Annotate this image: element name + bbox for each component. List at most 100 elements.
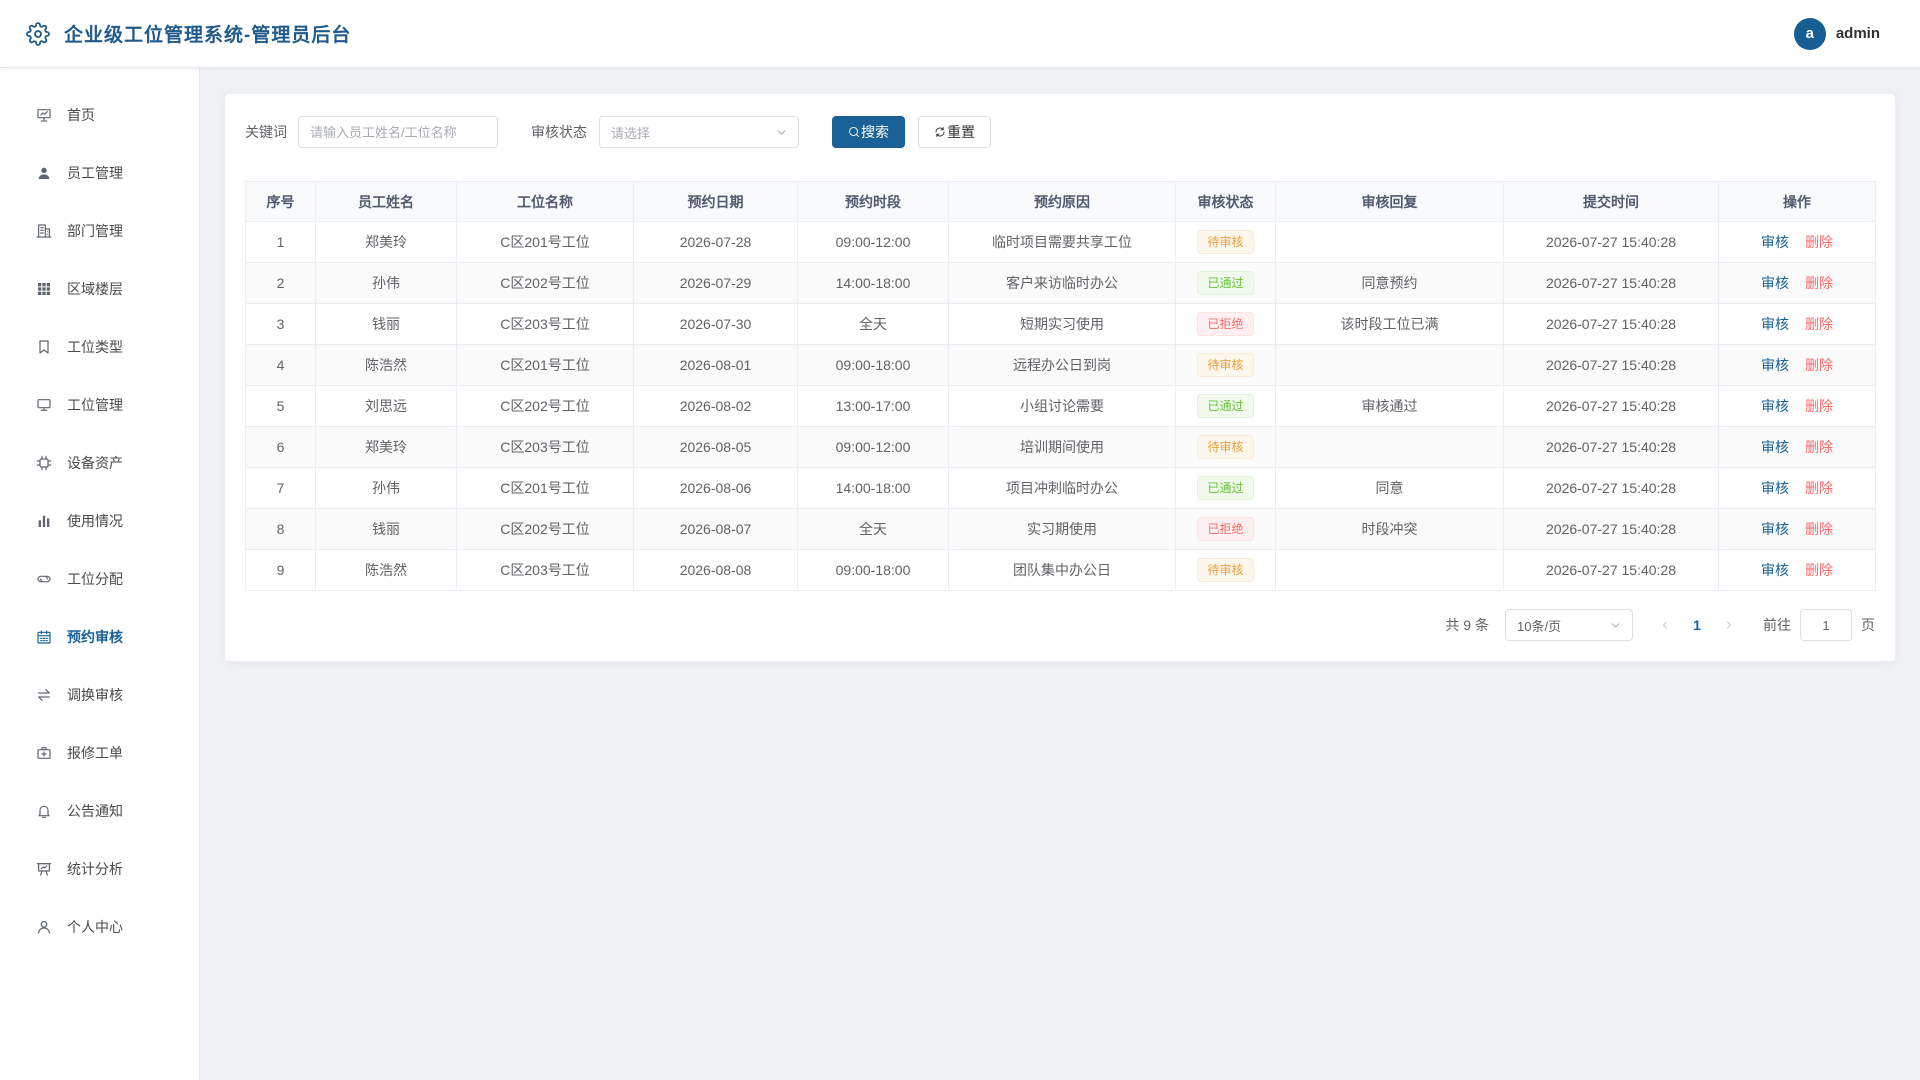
cell-booking-reason: 客户来访临时办公 — [948, 262, 1176, 304]
cell-actions: 审核 删除 — [1718, 303, 1876, 345]
delete-link[interactable]: 删除 — [1805, 398, 1833, 414]
dashboard-icon — [36, 107, 52, 123]
sidebar-item-label: 首页 — [67, 107, 95, 123]
column-header-actions: 操作 — [1718, 181, 1876, 222]
top-header: 企业级工位管理系统-管理员后台 a admin — [0, 0, 1920, 68]
cell-employee-name: 陈浩然 — [315, 344, 457, 386]
goto-label: 前往 — [1763, 617, 1791, 633]
sidebar-item-repair-orders[interactable]: 报修工单 — [0, 724, 199, 782]
status-tag: 待审核 — [1197, 558, 1254, 582]
sidebar-item-home[interactable]: 首页 — [0, 86, 199, 144]
sidebar-item-department-management[interactable]: 部门管理 — [0, 202, 199, 260]
review-link[interactable]: 审核 — [1761, 398, 1789, 414]
calendar-icon — [36, 629, 52, 645]
review-link[interactable]: 审核 — [1761, 521, 1789, 537]
keyword-input[interactable] — [298, 116, 498, 148]
delete-link[interactable]: 删除 — [1805, 562, 1833, 578]
cell-index: 3 — [245, 303, 316, 345]
sidebar-item-label: 工位管理 — [67, 397, 123, 413]
sidebar-item-profile[interactable]: 个人中心 — [0, 898, 199, 956]
next-page-button[interactable] — [1713, 609, 1745, 641]
review-link[interactable]: 审核 — [1761, 439, 1789, 455]
column-header-booking-date: 预约日期 — [633, 181, 798, 222]
review-link[interactable]: 审核 — [1761, 234, 1789, 250]
review-link[interactable]: 审核 — [1761, 316, 1789, 332]
reset-button[interactable]: 重置 — [918, 116, 991, 148]
review-link[interactable]: 审核 — [1761, 562, 1789, 578]
setting-icon — [26, 21, 50, 46]
cell-workstation-name: C区201号工位 — [456, 221, 634, 263]
status-label: 审核状态 — [531, 124, 587, 140]
cell-review-status: 待审核 — [1175, 221, 1276, 263]
collection-tag-icon — [36, 339, 52, 355]
booking-table: 序号 员工姓名 工位名称 预约日期 预约时段 预约原因 审核状态 审核回复 提交… — [245, 181, 1876, 591]
table-body: 1 郑美玲 C区201号工位 2026-07-28 09:00-12:00 临时项目需要共… — [245, 221, 1876, 591]
cell-review-status: 已通过 — [1175, 467, 1276, 509]
sidebar-item-workstation-type[interactable]: 工位类型 — [0, 318, 199, 376]
cell-review-reply — [1275, 549, 1504, 591]
cell-time-slot: 全天 — [797, 303, 949, 345]
delete-link[interactable]: 删除 — [1805, 439, 1833, 455]
sidebar-item-label: 使用情况 — [67, 513, 123, 529]
cell-review-reply: 同意预约 — [1275, 262, 1504, 304]
cell-actions: 审核 删除 — [1718, 467, 1876, 509]
review-link[interactable]: 审核 — [1761, 357, 1789, 373]
goto-page-input[interactable] — [1800, 609, 1852, 641]
sidebar-item-label: 个人中心 — [67, 919, 123, 935]
status-select[interactable]: 请选择 — [599, 116, 799, 148]
sidebar-item-workstation-management[interactable]: 工位管理 — [0, 376, 199, 434]
cell-booking-reason: 短期实习使用 — [948, 303, 1176, 345]
delete-link[interactable]: 删除 — [1805, 357, 1833, 373]
delete-link[interactable]: 删除 — [1805, 275, 1833, 291]
cell-review-reply — [1275, 221, 1504, 263]
column-header-employee-name: 员工姓名 — [315, 181, 457, 222]
arrow-left-icon — [1659, 619, 1671, 631]
sidebar-item-statistics[interactable]: 统计分析 — [0, 840, 199, 898]
cell-index: 6 — [245, 426, 316, 468]
sidebar-item-equipment-assets[interactable]: 设备资产 — [0, 434, 199, 492]
delete-link[interactable]: 删除 — [1805, 480, 1833, 496]
delete-link[interactable]: 删除 — [1805, 316, 1833, 332]
sidebar-item-label: 公告通知 — [67, 803, 123, 819]
cpu-icon — [36, 455, 52, 471]
cell-index: 1 — [245, 221, 316, 263]
cell-employee-name: 孙伟 — [315, 467, 457, 509]
table-header-row: 序号 员工姓名 工位名称 预约日期 预约时段 预约原因 审核状态 审核回复 提交… — [245, 181, 1876, 222]
cell-time-slot: 09:00-12:00 — [797, 426, 949, 468]
cell-review-status: 已拒绝 — [1175, 303, 1276, 345]
sidebar-item-label: 区域楼层 — [67, 281, 123, 297]
page-size-select[interactable]: 10条/页 — [1505, 609, 1633, 641]
sidebar-item-label: 部门管理 — [67, 223, 123, 239]
delete-link[interactable]: 删除 — [1805, 234, 1833, 250]
sidebar-item-announcements[interactable]: 公告通知 — [0, 782, 199, 840]
sidebar-item-area-floor[interactable]: 区域楼层 — [0, 260, 199, 318]
sidebar-item-booking-review[interactable]: 预约审核 — [0, 608, 199, 666]
delete-link[interactable]: 删除 — [1805, 521, 1833, 537]
prev-page-button[interactable] — [1649, 609, 1681, 641]
column-header-review-status: 审核状态 — [1175, 181, 1276, 222]
cell-time-slot: 09:00-12:00 — [797, 221, 949, 263]
sidebar-item-workstation-allocation[interactable]: 工位分配 — [0, 550, 199, 608]
cell-booking-reason: 实习期使用 — [948, 508, 1176, 550]
user-menu[interactable]: a admin — [1793, 17, 1880, 50]
avatar[interactable]: a — [1793, 17, 1826, 50]
column-header-review-reply: 审核回复 — [1275, 181, 1504, 222]
review-link[interactable]: 审核 — [1761, 275, 1789, 291]
sidebar-item-swap-review[interactable]: 调换审核 — [0, 666, 199, 724]
table-row: 3 钱丽 C区203号工位 2026-07-30 全天 短期实习使用 已拒绝 该时段工位已满 2… — [245, 303, 1876, 345]
cell-review-status: 待审核 — [1175, 426, 1276, 468]
search-button[interactable]: 搜索 — [832, 116, 905, 148]
cell-workstation-name: C区201号工位 — [456, 344, 634, 386]
column-header-booking-reason: 预约原因 — [948, 181, 1176, 222]
cell-submit-time: 2026-07-27 15:40:28 — [1503, 221, 1719, 263]
cell-time-slot: 09:00-18:00 — [797, 549, 949, 591]
page-number-current[interactable]: 1 — [1681, 609, 1713, 641]
main-content: 关键词 审核状态 请选择 搜索 重置 — [200, 68, 1920, 1080]
review-link[interactable]: 审核 — [1761, 480, 1789, 496]
sidebar-item-usage[interactable]: 使用情况 — [0, 492, 199, 550]
username[interactable]: admin — [1836, 25, 1880, 42]
cell-review-status: 待审核 — [1175, 549, 1276, 591]
refresh-icon — [934, 126, 946, 138]
sidebar-item-label: 设备资产 — [67, 455, 123, 471]
sidebar-item-employee-management[interactable]: 员工管理 — [0, 144, 199, 202]
